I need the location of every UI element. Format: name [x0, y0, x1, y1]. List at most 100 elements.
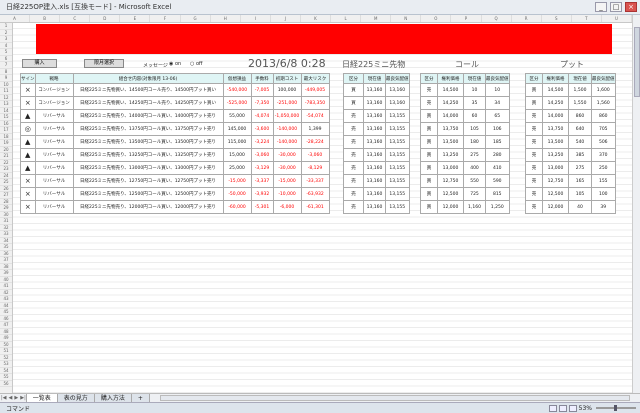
table-row[interactable]: 買 13,160 13,160 [343, 83, 410, 97]
table-row[interactable]: 売 13,000 275 250 [525, 161, 616, 175]
purchase-button[interactable]: 購入 [22, 59, 57, 68]
minimize-button[interactable]: _ [595, 2, 607, 12]
table-row[interactable]: 売 13,160 13,155 [343, 122, 410, 136]
content-cell: 日経225ミニ先物売り、12000円コール買い、12000円プット売り [72, 200, 224, 214]
window-title: 日経225OP建入.xls [互換モード] - Microsoft Excel [6, 3, 172, 11]
table-row[interactable]: ▲ リバーサル 日経225ミニ先物売り、13500円コール買い、13500円プット売… [20, 135, 330, 149]
strategy-cell: リバーサル [34, 122, 74, 136]
table-cell: 13,160 [363, 96, 386, 110]
table-cell: 買 [420, 135, 438, 149]
column-header[interactable]: P [451, 15, 482, 22]
message-on-radio[interactable]: ◉ on [169, 61, 181, 67]
table-row[interactable]: 買 13,000 400 410 [420, 161, 510, 175]
table-cell: 売 [343, 200, 364, 214]
table-row[interactable]: 買 13,750 105 106 [420, 122, 510, 136]
fee-cell: -7,350 [250, 96, 274, 110]
table-row[interactable]: ▲ リバーサル 日経225ミニ先物売り、13250円コール買い、13250円プット売… [20, 148, 330, 162]
column-header[interactable]: T [572, 15, 602, 22]
table-row[interactable]: 買 13,250 275 280 [420, 148, 510, 162]
table-cell: 13,160 [363, 122, 386, 136]
column-header[interactable]: H [211, 15, 241, 22]
column-header[interactable]: N [391, 15, 422, 22]
column-header[interactable]: C [60, 15, 91, 22]
page-break-icon[interactable] [568, 404, 577, 412]
table-row[interactable]: × リバーサル 日経225ミニ先物売り、12500円コール買い、12500円プット売… [20, 187, 330, 201]
table-row[interactable]: 買 14,000 60 65 [420, 109, 510, 123]
table-row[interactable]: 売 12,000 40 39 [525, 200, 616, 214]
table-row[interactable]: 売 14,000 860 860 [525, 109, 616, 123]
table-row[interactable]: 売 13,500 540 506 [525, 135, 616, 149]
content-cell: 日経225ミニ先物売り、14000円コール買い、14000円プット売り [72, 109, 224, 123]
table-row[interactable]: 売 13,750 640 705 [525, 122, 616, 136]
zoom-slider[interactable] [596, 405, 636, 411]
maximize-button[interactable]: □ [610, 2, 622, 12]
zoom-knob[interactable] [614, 405, 617, 411]
column-header: 権利価格 [437, 73, 464, 84]
sign-cell: × [20, 187, 36, 201]
table-row[interactable]: 売 12,500 105 100 [525, 187, 616, 201]
vertical-scrollbar[interactable] [632, 15, 640, 393]
column-header[interactable]: G [181, 15, 211, 22]
table-row[interactable]: 買 13,160 13,160 [343, 96, 410, 110]
table-cell: 売 [525, 148, 543, 162]
column-header[interactable]: I [241, 15, 271, 22]
table-row[interactable]: × リバーサル 日経225ミニ先物売り、12750円コール買い、12750円プット売… [20, 174, 330, 188]
page-layout-icon[interactable] [558, 404, 567, 412]
table-row[interactable]: 売 12,750 165 155 [525, 174, 616, 188]
table-row[interactable]: 売 13,160 13,155 [343, 148, 410, 162]
row-header[interactable]: 56 [0, 381, 12, 387]
table-row[interactable]: 買 14,500 1,500 1,600 [525, 83, 616, 97]
table-row[interactable]: 買 12,500 725 815 [420, 187, 510, 201]
column-header[interactable]: R [512, 15, 542, 22]
column-header[interactable]: K [301, 15, 332, 22]
column-header[interactable]: B [30, 15, 61, 22]
first-sheet-icon[interactable]: |◀ [1, 395, 7, 401]
scroll-thumb[interactable] [634, 27, 640, 97]
close-button[interactable]: × [625, 2, 637, 12]
column-header[interactable]: D [90, 15, 121, 22]
column-header[interactable]: S [542, 15, 572, 22]
column-header[interactable]: U [602, 15, 632, 22]
table-row[interactable]: 買 14,250 1,550 1,560 [525, 96, 616, 110]
column-header[interactable]: M [361, 15, 392, 22]
column-header[interactable]: J [271, 15, 301, 22]
strategy-cell: リバーサル [34, 200, 74, 214]
table-row[interactable]: 売 13,160 13,155 [343, 174, 410, 188]
table-row[interactable]: 売 13,160 13,155 [343, 109, 410, 123]
message-off-radio[interactable]: ○ off [190, 61, 202, 67]
prev-sheet-icon[interactable]: ◀ [9, 395, 13, 401]
table-row[interactable]: 売 13,160 13,155 [343, 187, 410, 201]
table-row[interactable]: 売 14,500 10 10 [420, 83, 510, 97]
table-row[interactable]: ◎ リバーサル 日経225ミニ先物売り、13750円コール買い、13750円プット売… [20, 122, 330, 136]
table-row[interactable]: × リバーサル 日経225ミニ先物売り、12000円コール買い、12000円プット売… [20, 200, 330, 214]
sheet-tab-bar: |◀ ◀ ▶ ▶| 一覧表 表の見方 購入方法 + [0, 393, 640, 403]
table-cell: 506 [591, 135, 616, 149]
table-row[interactable]: × コンバージョン 日経225ミニ先物買い、14250円コール売り、14250円プッ… [20, 96, 330, 110]
table-row[interactable]: 売 13,160 13,155 [343, 161, 410, 175]
table-row[interactable]: 買 13,500 180 185 [420, 135, 510, 149]
column-header[interactable]: F [150, 15, 181, 22]
normal-view-icon[interactable] [548, 404, 557, 412]
column-header[interactable]: L [331, 15, 362, 22]
table-cell: 売 [525, 122, 543, 136]
column-header[interactable]: O [421, 15, 452, 22]
column-header[interactable]: A [0, 15, 31, 22]
horizontal-scrollbar[interactable] [159, 395, 630, 401]
fee-cell: -3,932 [250, 187, 274, 201]
table-row[interactable]: 買 12,750 550 590 [420, 174, 510, 188]
table-row[interactable]: ▲ リバーサル 日経225ミニ先物売り、14000円コール買い、14000円プット売… [20, 109, 330, 123]
table-row[interactable]: 売 13,250 385 370 [525, 148, 616, 162]
table-row[interactable]: 売 13,160 13,155 [343, 200, 410, 214]
table-row[interactable]: × コンバージョン 日経225ミニ先物買い、14500円コール売り、14500円プッ… [20, 83, 330, 97]
column-header[interactable]: E [120, 15, 151, 22]
table-cell: 買 [420, 161, 438, 175]
column-header: 区分 [525, 73, 543, 84]
next-sheet-icon[interactable]: ▶ [14, 395, 18, 401]
contract-month-select-button[interactable]: 限月選択 [84, 59, 124, 68]
table-row[interactable]: ▲ リバーサル 日経225ミニ先物売り、13000円コール買い、13000円プット売… [20, 161, 330, 175]
table-row[interactable]: 売 14,250 35 34 [420, 96, 510, 110]
table-row[interactable]: 買 12,000 1,160 1,250 [420, 200, 510, 214]
table-cell: 13,160 [363, 148, 386, 162]
table-row[interactable]: 売 13,160 13,155 [343, 135, 410, 149]
column-header[interactable]: Q [482, 15, 512, 22]
